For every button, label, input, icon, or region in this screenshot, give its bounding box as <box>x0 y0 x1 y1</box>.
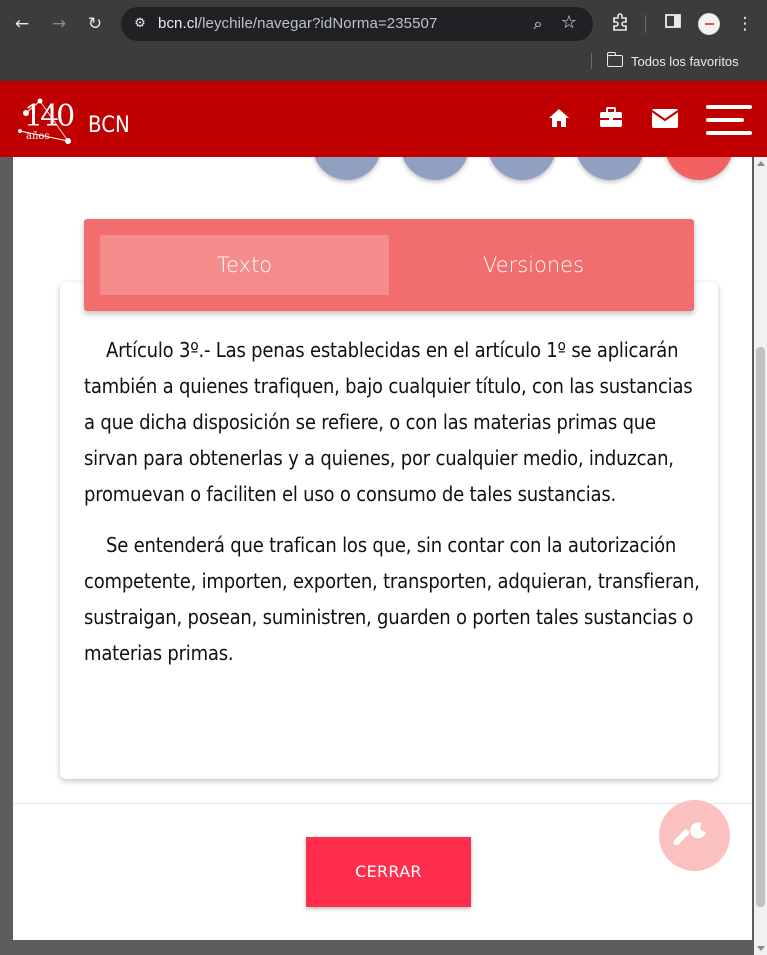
toolbar-circle-button[interactable] <box>313 157 381 180</box>
toolbar-circle-button-red[interactable] <box>665 157 733 180</box>
site-title[interactable]: BCN <box>88 113 130 138</box>
law-text-modal: Texto Versiones Artículo 3º.- Las penas … <box>13 157 752 940</box>
close-button[interactable]: CERRAR <box>306 837 471 907</box>
wrench-icon <box>673 822 706 846</box>
zoom-icon[interactable]: ⌕ <box>527 13 549 35</box>
bookmarks-label: Todos los favoritos <box>631 53 739 69</box>
toolbar-circle-button[interactable] <box>401 157 469 180</box>
home-icon[interactable] <box>546 105 574 133</box>
modal-footer-divider <box>13 803 752 804</box>
bookmark-star-icon[interactable]: ☆ <box>558 12 580 34</box>
menu-icon[interactable] <box>706 105 752 135</box>
reload-icon[interactable]: ↻ <box>83 12 107 36</box>
tab-texto[interactable]: Texto <box>100 235 389 295</box>
bookmarks-divider <box>591 53 592 69</box>
folder-icon <box>606 52 623 67</box>
address-bar[interactable]: ⚙ bcn.cl/leychile/navegar?idNorma=235507… <box>121 7 593 41</box>
profile-avatar[interactable] <box>698 13 720 35</box>
logo-number: 140 <box>24 99 75 134</box>
browser-chrome: ← → ↻ ⚙ bcn.cl/leychile/navegar?idNorma=… <box>0 0 767 81</box>
site-header: 140 años BCN <box>0 81 767 157</box>
envelope-icon[interactable] <box>651 105 679 133</box>
side-panel-icon[interactable] <box>661 12 685 36</box>
tab-versiones[interactable]: Versiones <box>389 235 678 295</box>
site-info-icon[interactable]: ⚙ <box>131 15 149 33</box>
logo-subtitle: años <box>26 131 50 142</box>
tools-fab-button[interactable] <box>659 800 730 871</box>
toolbar-circle-button[interactable] <box>488 157 556 180</box>
forward-icon[interactable]: → <box>47 12 71 36</box>
article-paragraph: Se entenderá que trafican los que, sin c… <box>84 533 700 665</box>
article-paragraph: Artículo 3º.- Las penas establecidas en … <box>84 338 693 506</box>
tab-bar: Texto Versiones <box>84 219 694 311</box>
more-menu-icon[interactable]: ⋮ <box>733 12 757 36</box>
briefcase-icon[interactable] <box>598 105 626 133</box>
bcn-140-logo[interactable]: 140 años <box>16 97 76 145</box>
back-icon[interactable]: ← <box>10 12 34 36</box>
all-bookmarks[interactable]: Todos los favoritos <box>606 51 739 71</box>
page-scrollbar[interactable] <box>754 157 767 955</box>
scrollbar-thumb[interactable] <box>756 347 765 907</box>
article-text: Artículo 3º.- Las penas establecidas en … <box>84 332 702 686</box>
extensions-icon[interactable] <box>608 12 632 36</box>
scroll-up-arrow[interactable] <box>757 161 765 166</box>
scroll-down-arrow[interactable] <box>757 946 765 951</box>
toolbar-circle-button[interactable] <box>576 157 644 180</box>
url-text[interactable]: bcn.cl/leychile/navegar?idNorma=235507 <box>158 15 437 32</box>
toolbar-divider <box>645 15 646 33</box>
